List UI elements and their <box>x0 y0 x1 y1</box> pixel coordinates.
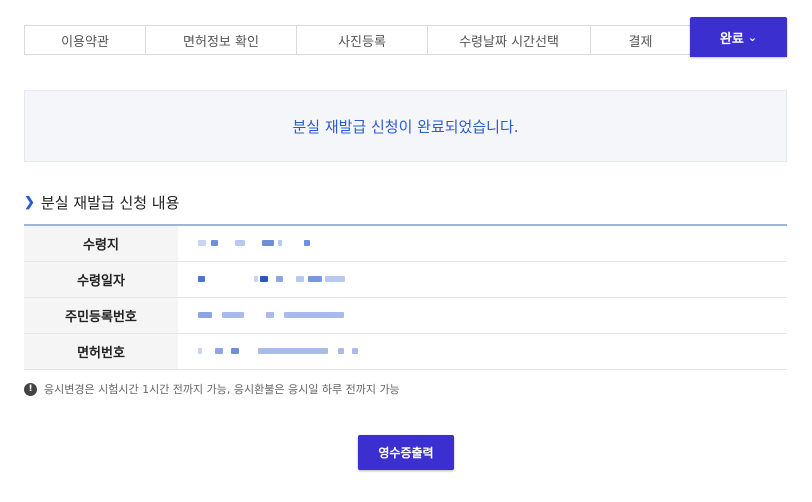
step-label: 수령날짜 시간선택 <box>459 34 559 50</box>
step-tabs: 이용약관 면허정보 확인 사진등록 수령날짜 시간선택 결제 완료 ⌄ <box>24 17 787 57</box>
step-date-time: 수령날짜 시간선택 <box>427 25 590 55</box>
license-number-value <box>178 334 787 369</box>
print-receipt-button[interactable]: 영수증출력 <box>358 435 454 470</box>
notice: ! 응시변경은 시험시간 1시간 전까지 가능, 응시환불은 응시일 하루 전까… <box>24 381 400 397</box>
completion-message: 분실 재발급 신청이 완료되었습니다. <box>292 117 519 136</box>
section-title: ❯ 분실 재발급 신청 내용 <box>24 192 179 213</box>
table-row: 수령일자 <box>24 262 787 298</box>
completion-banner: 분실 재발급 신청이 완료되었습니다. <box>24 90 787 162</box>
step-photo: 사진등록 <box>296 25 427 55</box>
step-license-info: 면허정보 확인 <box>145 25 296 55</box>
step-label: 면허정보 확인 <box>183 34 259 50</box>
row-label-license-number: 면허번호 <box>24 334 178 369</box>
step-terms: 이용약관 <box>24 25 145 55</box>
chevron-down-icon: ⌄ <box>747 30 758 44</box>
notice-text: 응시변경은 시험시간 1시간 전까지 가능, 응시환불은 응시일 하루 전까지 … <box>44 383 400 396</box>
row-label-resident-number: 주민등록번호 <box>24 298 178 333</box>
application-details-table: 수령지 수령일자 주민등록번호 면허번호 <box>24 224 787 370</box>
pickup-location-value <box>178 226 787 261</box>
table-row: 주민등록번호 <box>24 298 787 334</box>
step-payment: 결제 <box>590 25 690 55</box>
row-label-pickup-date: 수령일자 <box>24 262 178 297</box>
exclamation-icon: ! <box>24 382 37 396</box>
step-label: 완료 <box>719 31 744 47</box>
step-complete: 완료 ⌄ <box>690 17 787 57</box>
row-label-pickup-location: 수령지 <box>24 226 178 261</box>
section-title-text: 분실 재발급 신청 내용 <box>40 194 180 212</box>
step-label: 사진등록 <box>338 34 386 50</box>
table-row: 수령지 <box>24 226 787 262</box>
resident-number-value <box>178 298 787 333</box>
chevron-right-icon: ❯ <box>24 195 35 210</box>
table-row: 면허번호 <box>24 334 787 370</box>
step-label: 이용약관 <box>61 34 109 50</box>
step-label: 결제 <box>628 34 653 50</box>
pickup-date-value <box>178 262 787 297</box>
